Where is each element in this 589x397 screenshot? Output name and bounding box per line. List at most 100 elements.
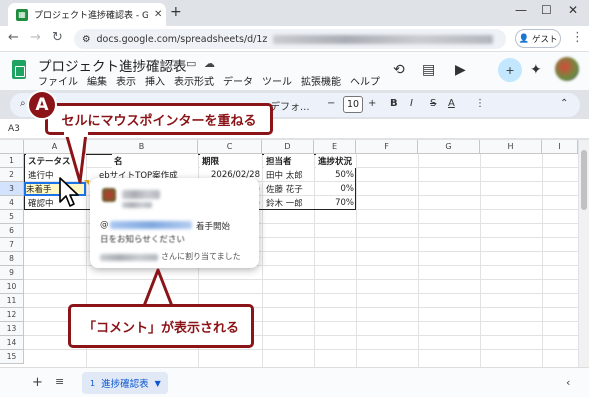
step-badge: A: [27, 90, 57, 120]
grid-line: [356, 154, 357, 367]
col-header-e[interactable]: E: [314, 140, 356, 154]
mention-blurred: [110, 221, 192, 229]
side-panel-toggle-icon[interactable]: ‹: [566, 376, 570, 389]
grid-line: [480, 154, 481, 367]
row-header[interactable]: 3: [0, 182, 24, 196]
font-size-field[interactable]: 10: [343, 96, 363, 113]
font-select[interactable]: デフォ...: [270, 98, 310, 113]
scrollbar-thumb[interactable]: [581, 150, 587, 210]
cell-d2[interactable]: 田中 太郎: [264, 168, 314, 182]
row-header[interactable]: 14: [0, 336, 24, 350]
cloud-status-icon[interactable]: ☁: [204, 57, 215, 70]
cell-e2[interactable]: 50%: [314, 168, 356, 182]
comment-mention-at: @: [100, 220, 109, 230]
guest-profile-button[interactable]: 👤 ゲスト: [515, 29, 561, 48]
site-info-icon[interactable]: ⚙: [82, 34, 91, 45]
menu-help[interactable]: ヘルプ: [350, 73, 380, 88]
row-header[interactable]: 2: [0, 168, 24, 182]
close-tab-icon[interactable]: ✕: [154, 9, 162, 20]
row-header[interactable]: 6: [0, 224, 24, 238]
add-sheet-icon[interactable]: +: [32, 375, 43, 390]
cell-d1[interactable]: 担当者: [264, 154, 314, 168]
chevron-down-icon[interactable]: ▼: [155, 379, 161, 388]
row-header[interactable]: 5: [0, 210, 24, 224]
menu-format[interactable]: 表示形式: [174, 73, 214, 88]
back-icon[interactable]: ←: [8, 30, 19, 45]
all-sheets-icon[interactable]: ≡: [55, 375, 64, 388]
new-tab-icon[interactable]: +: [170, 4, 182, 20]
increase-font-icon[interactable]: +: [368, 98, 376, 109]
cell-c1[interactable]: 期限: [200, 154, 262, 168]
history-icon[interactable]: ⟲: [393, 62, 405, 78]
forward-icon[interactable]: →: [30, 30, 41, 45]
menu-file[interactable]: ファイル: [38, 73, 78, 88]
row-header[interactable]: 13: [0, 322, 24, 336]
menu-extensions[interactable]: 拡張機能: [301, 73, 341, 88]
menu-insert[interactable]: 挿入: [145, 73, 165, 88]
more-tools-icon[interactable]: ⋮: [475, 98, 485, 109]
grid-line: [24, 349, 578, 350]
tab-title: プロジェクト進捗確認表 - Google: [34, 11, 148, 21]
decrease-font-icon[interactable]: −: [327, 98, 335, 109]
cell-e4[interactable]: 70%: [314, 196, 356, 210]
sheet-tab-number: 1: [90, 378, 96, 388]
comment-text: 着手開始: [196, 222, 231, 232]
row-header[interactable]: 10: [0, 280, 24, 294]
person-icon: 👤: [518, 33, 530, 44]
col-header-f[interactable]: F: [356, 140, 418, 154]
menu-edit[interactable]: 編集: [87, 73, 107, 88]
collapse-toolbar-icon[interactable]: ⌃: [560, 98, 568, 109]
col-header-b[interactable]: B: [86, 140, 198, 154]
menu-view[interactable]: 表示: [116, 73, 136, 88]
search-menus-icon[interactable]: ⌕: [20, 98, 26, 109]
grid-line: [418, 154, 419, 367]
menu-bar: ファイル 編集 表示 挿入 表示形式 データ ツール 拡張機能 ヘルプ: [38, 73, 380, 88]
callout-bottom: 「コメント」が表示される: [68, 304, 254, 348]
col-header-d[interactable]: D: [262, 140, 314, 154]
reload-icon[interactable]: ↻: [52, 30, 63, 45]
minimize-icon[interactable]: —: [515, 3, 527, 17]
row-header[interactable]: 9: [0, 266, 24, 280]
avatar[interactable]: [555, 57, 579, 81]
row-header[interactable]: 12: [0, 308, 24, 322]
row-header[interactable]: 15: [0, 350, 24, 364]
row-header[interactable]: 7: [0, 238, 24, 252]
row-header[interactable]: 8: [0, 252, 24, 266]
assignee-blurred: [100, 254, 158, 261]
row-header[interactable]: 11: [0, 294, 24, 308]
cell-e1[interactable]: 進捗状況: [316, 154, 356, 168]
menu-data[interactable]: データ: [223, 73, 253, 88]
col-header-h[interactable]: H: [480, 140, 542, 154]
meet-icon[interactable]: ▶: [455, 62, 466, 78]
sheet-tab[interactable]: 1 進捗確認表 ▼: [82, 372, 168, 394]
name-box[interactable]: A3: [8, 124, 20, 134]
browser-menu-icon[interactable]: ⋮: [571, 30, 584, 45]
browser-tab[interactable]: ▦ プロジェクト進捗確認表 - Google ✕: [8, 3, 166, 26]
bold-icon[interactable]: B: [390, 98, 398, 109]
row-header[interactable]: 4: [0, 196, 24, 210]
row-header[interactable]: 1: [0, 154, 24, 168]
star-icon[interactable]: ☆: [168, 57, 178, 70]
comment-text-line2: 日をお知らせください: [100, 235, 185, 245]
strikethrough-icon[interactable]: S: [430, 98, 436, 109]
gemini-icon[interactable]: ✦: [530, 62, 542, 78]
url-field[interactable]: ⚙ docs.google.com/spreadsheets/d/1z: [74, 29, 506, 49]
col-header-i[interactable]: I: [542, 140, 578, 154]
cell-d4[interactable]: 鈴木 一郎: [264, 196, 314, 210]
cell-e3[interactable]: 0%: [314, 182, 356, 196]
col-header-c[interactable]: C: [198, 140, 262, 154]
document-title[interactable]: プロジェクト進捗確認表: [38, 55, 187, 75]
text-color-icon[interactable]: A: [448, 98, 455, 109]
close-window-icon[interactable]: ✕: [568, 3, 578, 17]
maximize-icon[interactable]: ☐: [541, 3, 552, 17]
menu-tools[interactable]: ツール: [262, 73, 292, 88]
share-icon[interactable]: +: [498, 58, 522, 82]
col-header-g[interactable]: G: [418, 140, 480, 154]
comments-icon[interactable]: ▤: [422, 62, 435, 78]
sheets-logo-icon[interactable]: [12, 60, 26, 79]
cell-d3[interactable]: 佐藤 花子: [264, 182, 314, 196]
italic-icon[interactable]: I: [410, 98, 413, 109]
cell-b1[interactable]: 名: [112, 154, 198, 168]
move-folder-icon[interactable]: ▭: [186, 57, 196, 70]
select-all-corner[interactable]: [0, 140, 24, 154]
